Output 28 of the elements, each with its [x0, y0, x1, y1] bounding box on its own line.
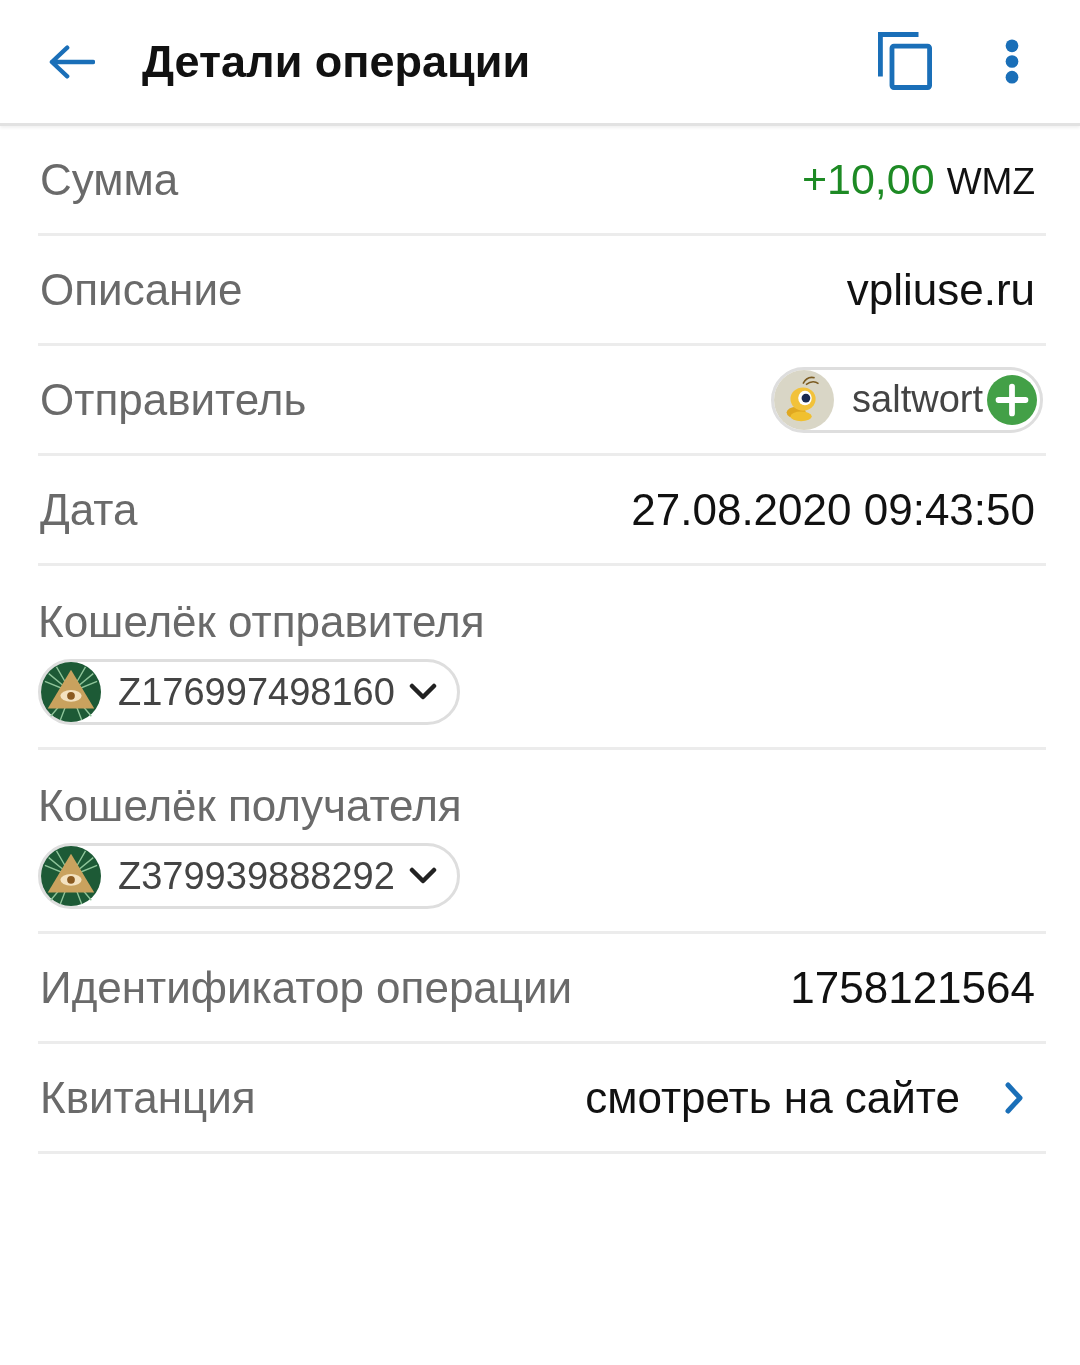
bee-avatar-icon [774, 369, 835, 430]
add-contact-icon[interactable] [987, 374, 1037, 425]
chevron-right-icon [1004, 1081, 1024, 1114]
field-label: Сумма [39, 154, 179, 205]
field-label: Идентификатор операции [39, 962, 573, 1013]
field-label: Отправитель [39, 374, 307, 425]
contact-chip[interactable]: saltwort [771, 366, 1043, 433]
field-label: Кошелёк отправителя [38, 597, 485, 647]
amount-value: +10,00 [801, 155, 935, 204]
back-arrow-icon[interactable] [49, 43, 95, 80]
field-value: vpliuse.ru [846, 264, 1035, 315]
pyramid-eye-icon [41, 662, 101, 722]
more-menu-icon[interactable] [1005, 39, 1019, 84]
copy-icon[interactable] [878, 31, 932, 90]
field-value: 1758121564 [790, 962, 1035, 1013]
field-label: Дата [39, 484, 138, 535]
screen-title: Детали операции [142, 35, 531, 88]
wallet-selector[interactable]: Z176997498160 [38, 659, 460, 725]
chevron-down-icon [408, 867, 437, 885]
view-on-site-link[interactable]: смотреть на сайте [585, 1072, 1024, 1123]
pyramid-eye-icon [41, 846, 101, 906]
wallet-selector[interactable]: Z379939888292 [38, 843, 460, 909]
currency-code: WMZ [946, 161, 1035, 203]
field-label: Кошелёк получателя [38, 781, 462, 831]
chevron-down-icon [408, 683, 437, 701]
field-label: Описание [39, 264, 243, 315]
field-label: Квитанция [39, 1072, 256, 1123]
field-value: 27.08.2020 09:43:50 [631, 484, 1035, 535]
